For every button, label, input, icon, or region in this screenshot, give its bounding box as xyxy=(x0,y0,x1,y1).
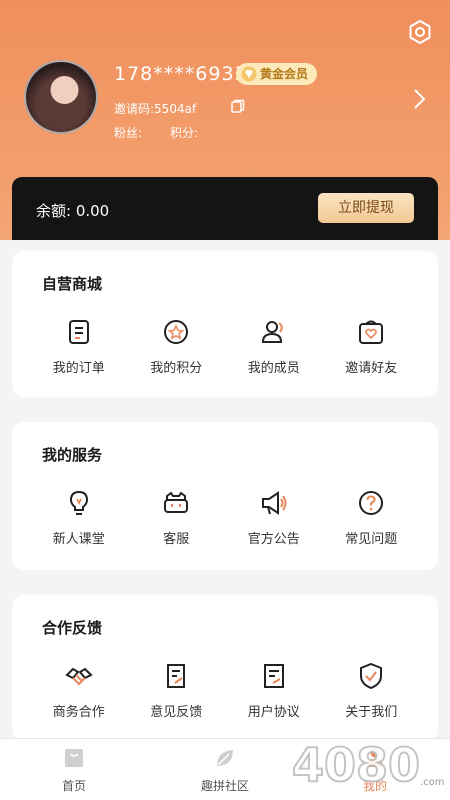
points-count: 积分: xyxy=(170,126,199,140)
menu-label: 新人课堂 xyxy=(52,532,105,547)
handshake-icon xyxy=(65,667,93,686)
menu-faq[interactable]: 常见问题 xyxy=(323,488,421,547)
tab-home[interactable]: 首页 xyxy=(34,747,114,794)
menu-label: 用户协议 xyxy=(247,705,300,720)
menu-about-us[interactable]: 关于我们 xyxy=(323,661,421,720)
menu-label: 意见反馈 xyxy=(150,705,203,720)
svg-text:.com: .com xyxy=(420,777,445,788)
watermark-text: 4080 xyxy=(292,738,420,792)
menu-label: 常见问题 xyxy=(345,532,398,547)
menu-customer-service[interactable]: 客服 xyxy=(128,488,226,547)
shield-check-icon xyxy=(360,662,383,690)
invite-friend-icon xyxy=(359,320,384,344)
menu-label: 我的成员 xyxy=(247,361,300,376)
balance-text: 余额: 0.00 xyxy=(36,202,110,220)
diamond-icon xyxy=(241,66,257,82)
avatar[interactable] xyxy=(24,60,98,134)
balance-card: 余额: 0.00 立即提现 xyxy=(12,177,438,240)
menu-my-members[interactable]: 我的成员 xyxy=(225,317,323,376)
menu-label: 邀请好友 xyxy=(345,361,398,376)
community-leaf-icon xyxy=(217,750,233,766)
vip-label: 黄金会员 xyxy=(260,67,309,81)
menu-business-cooperation[interactable]: 商务合作 xyxy=(30,661,128,720)
section-my-services: 我的服务 新人课堂 客服 官方公告 常见问题 xyxy=(12,422,438,570)
menu-newcomer-class[interactable]: 新人课堂 xyxy=(30,488,128,547)
withdraw-button[interactable]: 立即提现 xyxy=(318,193,414,223)
vip-badge: 黄金会员 xyxy=(236,63,318,85)
customer-service-icon xyxy=(164,491,189,513)
menu-label: 客服 xyxy=(163,532,190,547)
lightbulb-icon xyxy=(69,490,88,515)
question-icon xyxy=(359,491,384,515)
section-self-mall: 自营商城 我的订单 我的积分 我的成员 邀请好友 xyxy=(12,251,438,397)
menu-label: 官方公告 xyxy=(247,532,300,547)
section-title: 合作反馈 xyxy=(42,619,103,637)
menu-invite-friends[interactable]: 邀请好友 xyxy=(323,317,421,376)
settings-icon[interactable] xyxy=(406,18,434,46)
section-cooperation-feedback: 合作反馈 商务合作 意见反馈 用户协议 关于我们 xyxy=(12,595,438,741)
tab-community[interactable]: 趣拼社区 xyxy=(185,747,265,794)
menu-label: 我的积分 xyxy=(150,361,203,376)
tab-label: 趣拼社区 xyxy=(200,779,249,793)
members-icon xyxy=(261,321,283,343)
chevron-right-icon[interactable] xyxy=(412,88,426,110)
copy-icon[interactable] xyxy=(231,99,245,113)
home-bag-icon xyxy=(65,749,83,767)
profile-header: 178****6933 黄金会员 邀请码:5504af 粉丝: 积分: 余额: … xyxy=(0,0,450,240)
menu-label: 商务合作 xyxy=(52,705,105,720)
menu-user-agreement[interactable]: 用户协议 xyxy=(225,661,323,720)
menu-feedback[interactable]: 意见反馈 xyxy=(128,661,226,720)
menu-label: 关于我们 xyxy=(345,705,398,720)
menu-my-orders[interactable]: 我的订单 xyxy=(30,317,128,376)
order-icon xyxy=(68,320,89,344)
fans-count: 粉丝: xyxy=(114,126,143,140)
tab-label: 首页 xyxy=(61,779,86,793)
watermark-logo: 4080 .com xyxy=(291,737,445,793)
menu-official-notice[interactable]: 官方公告 xyxy=(225,488,323,547)
menu-label: 我的订单 xyxy=(52,361,105,376)
menu-my-points[interactable]: 我的积分 xyxy=(128,317,226,376)
feedback-icon xyxy=(167,664,186,688)
agreement-icon xyxy=(263,664,284,688)
points-icon xyxy=(164,320,189,344)
section-title: 我的服务 xyxy=(42,446,103,464)
section-title: 自营商城 xyxy=(42,275,103,293)
megaphone-icon xyxy=(261,491,287,515)
invite-code: 邀请码:5504af xyxy=(114,102,197,116)
phone-number: 178****6933 xyxy=(114,63,248,85)
